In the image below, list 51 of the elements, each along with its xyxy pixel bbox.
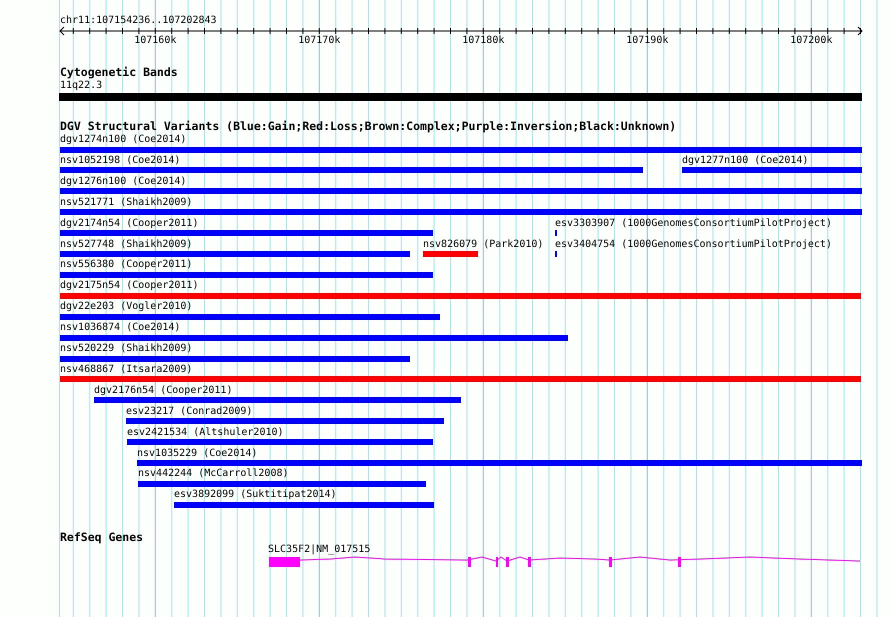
variant-bar[interactable] xyxy=(60,376,861,382)
variant-bar[interactable] xyxy=(94,397,461,404)
variant-bar[interactable] xyxy=(60,209,862,216)
variant-label: nsv556380 (Cooper2011) xyxy=(60,260,192,270)
variant-bar[interactable] xyxy=(126,418,444,424)
tick-label: 107180k xyxy=(462,36,504,46)
variant-bar[interactable] xyxy=(127,439,433,446)
variant-label: dgv1276n100 (Coe2014) xyxy=(60,176,186,187)
variant-label: esv3892099 (Suktitipat2014) xyxy=(174,490,337,500)
band-label: 11q22.3 xyxy=(60,81,102,91)
variant-bar[interactable] xyxy=(60,188,862,194)
variant-label: dgv22e203 (Vogler2010) xyxy=(60,302,192,312)
variant-bar[interactable] xyxy=(60,356,410,362)
variant-label: esv2421534 (Altshuler2010) xyxy=(127,428,284,438)
variant-label: dgv2176n54 (Cooper2011) xyxy=(94,386,232,396)
variant-label: nsv442244 (McCarroll2008) xyxy=(138,469,289,480)
gene-label: SLC35F2|NM_017515 xyxy=(268,545,370,555)
tick-label: 107170k xyxy=(298,36,340,46)
variant-label: esv3303907 (1000GenomesConsortiumPilotProject) xyxy=(555,218,832,229)
variant-label: dgv1274n100 (Coe2014) xyxy=(60,135,186,145)
variant-bar[interactable] xyxy=(60,167,643,174)
tick-label: 107190k xyxy=(626,36,668,46)
track-title: DGV Structural Variants (Blue:Gain;Red:Loss;Brown:Complex;Purple:Inversion;Black:Unknown) xyxy=(60,121,676,132)
variant-label: nsv520229 (Shaikh2009) xyxy=(60,344,192,354)
variant-bar[interactable] xyxy=(60,314,440,320)
variant-label: nsv468867 (Itsara2009) xyxy=(60,364,192,375)
variant-label: nsv527748 (Shaikh2009) xyxy=(60,240,192,250)
variant-label: esv3404754 (1000GenomesConsortiumPilotProject) xyxy=(555,240,832,250)
track-title: RefSeq Genes xyxy=(60,532,144,544)
variant-label: dgv1277n100 (Coe2014) xyxy=(682,156,808,166)
variant-bar[interactable] xyxy=(60,272,433,278)
variant-label: nsv1036874 (Coe2014) xyxy=(60,323,180,334)
gene-model-drawing[interactable] xyxy=(269,556,862,568)
variant-bar[interactable] xyxy=(60,334,568,341)
tick-label: 107160k xyxy=(134,36,176,46)
variant-bar[interactable] xyxy=(60,146,862,152)
variant-label: esv23217 (Conrad2009) xyxy=(126,406,252,417)
variant-label: nsv1052198 (Coe2014) xyxy=(60,156,180,166)
variant-bar[interactable] xyxy=(60,292,861,299)
variant-label: nsv1035229 (Coe2014) xyxy=(137,448,258,458)
variant-bar[interactable] xyxy=(138,480,426,487)
variant-label: dgv2174n54 (Cooper2011) xyxy=(60,218,198,229)
variant-label: nsv826079 (Park2010) xyxy=(423,240,544,250)
variant-label: nsv521771 (Shaikh2009) xyxy=(60,198,192,208)
variant-bar[interactable] xyxy=(682,167,862,174)
track-title: Cytogenetic Bands xyxy=(60,67,178,78)
variant-bar[interactable] xyxy=(60,230,433,236)
variant-label: dgv2175n54 (Cooper2011) xyxy=(60,281,198,292)
variant-bar[interactable] xyxy=(174,502,434,508)
location-label: chr11:107154236..107202843 xyxy=(60,16,217,26)
tick-label: 107200k xyxy=(790,36,832,46)
